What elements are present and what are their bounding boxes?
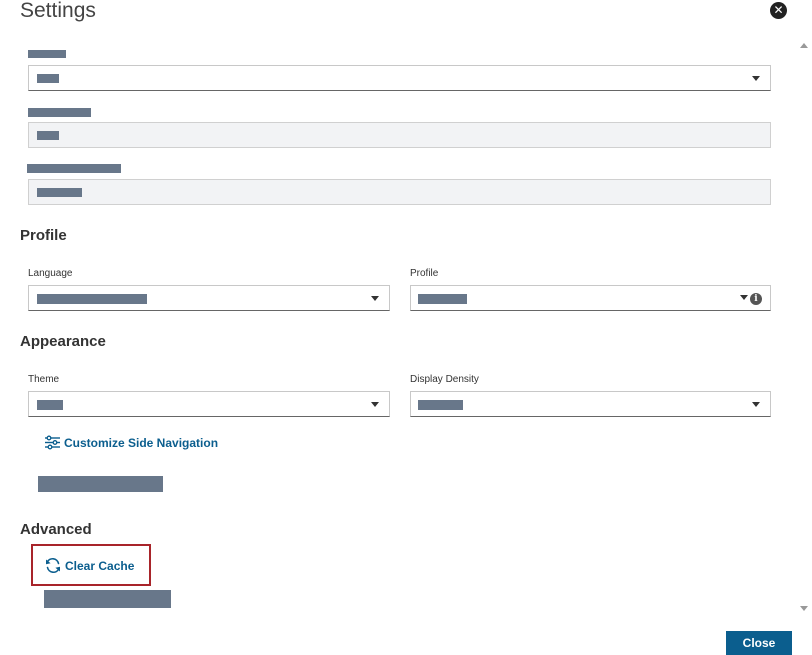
redacted-readonly-field-2 bbox=[28, 122, 771, 148]
redacted-language-value bbox=[37, 294, 147, 304]
scroll-down-icon[interactable] bbox=[800, 606, 808, 611]
customize-side-navigation-link[interactable]: Customize Side Navigation bbox=[44, 435, 218, 450]
redacted-value-3 bbox=[37, 188, 82, 197]
profile-heading: Profile bbox=[20, 227, 67, 244]
redacted-advanced-text bbox=[44, 590, 171, 608]
redacted-profile-value bbox=[418, 294, 467, 304]
profile-label: Profile bbox=[410, 268, 439, 279]
language-select[interactable] bbox=[28, 285, 390, 311]
redacted-label-2 bbox=[28, 108, 91, 117]
scroll-up-icon[interactable] bbox=[800, 43, 808, 48]
advanced-heading: Advanced bbox=[20, 521, 92, 538]
redacted-label-1 bbox=[28, 50, 66, 58]
sliders-icon bbox=[45, 435, 60, 450]
display-density-select[interactable] bbox=[410, 391, 771, 417]
close-button[interactable]: Close bbox=[726, 631, 792, 655]
chevron-down-icon bbox=[752, 76, 760, 81]
redacted-value-2 bbox=[37, 131, 59, 140]
chevron-down-icon bbox=[371, 296, 379, 301]
redacted-readonly-field-3 bbox=[28, 179, 771, 205]
dialog-title: Settings bbox=[20, 0, 96, 22]
chevron-down-icon bbox=[371, 402, 379, 407]
info-icon[interactable]: i bbox=[750, 293, 762, 305]
chevron-down-icon bbox=[752, 402, 760, 407]
clear-cache-label: Clear Cache bbox=[65, 558, 135, 573]
theme-label: Theme bbox=[28, 374, 60, 385]
redacted-density-value bbox=[418, 400, 463, 410]
redacted-appearance-text bbox=[38, 476, 163, 492]
scrollbar[interactable] bbox=[798, 40, 810, 614]
redacted-theme-value bbox=[37, 400, 63, 410]
close-icon[interactable]: ✕ bbox=[770, 2, 787, 19]
settings-dialog: Settings ✕ Profile Language Profile i Ap… bbox=[0, 0, 812, 655]
refresh-icon bbox=[46, 557, 60, 574]
redacted-label-3 bbox=[27, 164, 121, 173]
profile-select[interactable]: i bbox=[410, 285, 771, 311]
redacted-value-1 bbox=[37, 74, 59, 83]
appearance-heading: Appearance bbox=[20, 333, 106, 350]
redacted-select-1[interactable] bbox=[28, 65, 771, 91]
chevron-down-icon bbox=[740, 295, 748, 300]
display-density-label: Display Density bbox=[410, 374, 479, 385]
language-label: Language bbox=[28, 268, 73, 279]
customize-side-navigation-label: Customize Side Navigation bbox=[64, 435, 219, 450]
theme-select[interactable] bbox=[28, 391, 390, 417]
clear-cache-link[interactable]: Clear Cache bbox=[44, 557, 134, 574]
